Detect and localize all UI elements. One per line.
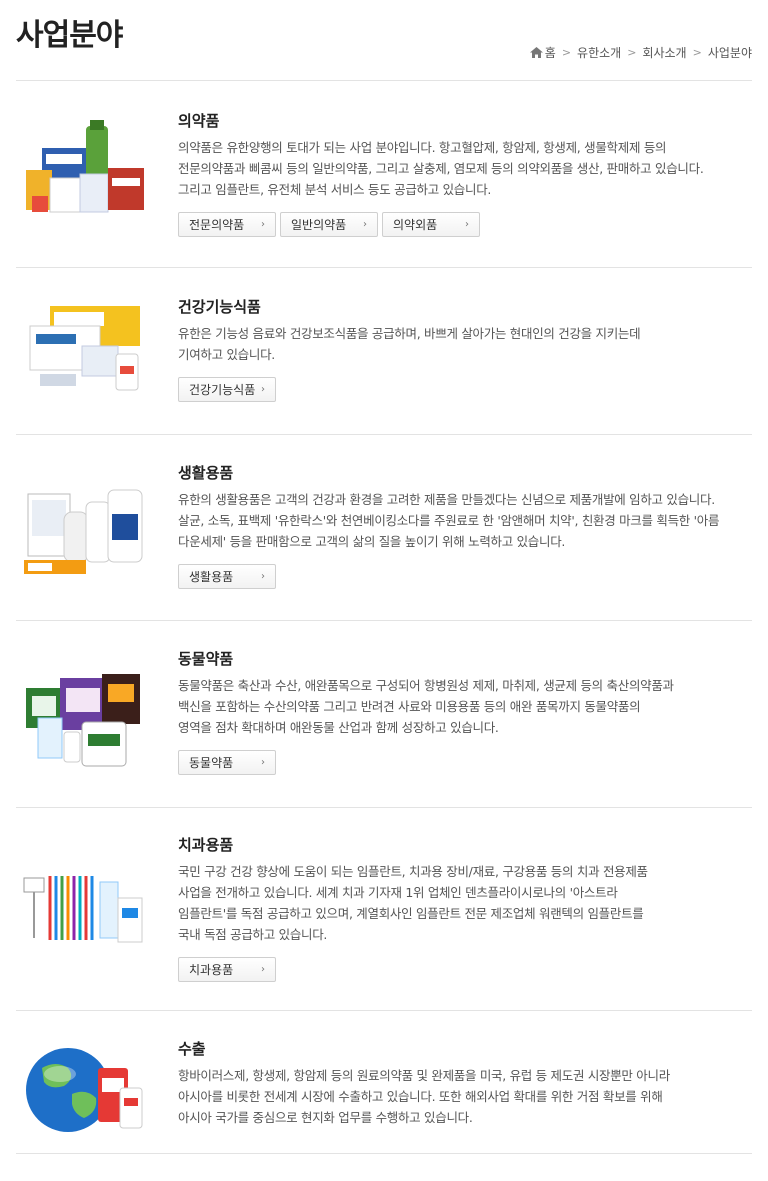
chevron-right-icon: › <box>261 219 265 230</box>
chevron-right-icon: › <box>465 219 469 230</box>
section-description: 항바이러스제, 항생제, 항암제 등의 원료의약품 및 완제품을 미국, 유럽 … <box>178 1068 670 1125</box>
section-title: 생활용품 <box>178 464 234 482</box>
section-title: 수출 <box>178 1040 206 1058</box>
section-description: 유한은 기능성 음료와 건강보조식품을 공급하며, 바쁘게 살아가는 현대인의 … <box>178 326 641 362</box>
section-health-functional-food: 건강기능식품 유한은 기능성 음료와 건강보조식품을 공급하며, 바쁘게 살아가… <box>16 296 752 435</box>
section-title: 치과용품 <box>178 836 234 854</box>
export-globe-image <box>26 1048 143 1132</box>
breadcrumb-current: 사업분야 <box>707 46 752 60</box>
chevron-right-icon: > <box>692 46 702 59</box>
divider <box>16 80 752 81</box>
section-animal-medicine: 동물약품 동물약품은 축산과 수산, 애완품목으로 구성되어 항병원성 제제, … <box>16 648 752 808</box>
animal-medicine-button[interactable]: 동물약품 › <box>178 750 276 775</box>
otc-drugs-button[interactable]: 일반의약품 › <box>280 212 378 237</box>
home-icon[interactable] <box>529 47 543 58</box>
chevron-right-icon: › <box>261 384 265 395</box>
prescription-drugs-button[interactable]: 전문의약품 › <box>178 212 276 237</box>
section-pharmaceuticals: 의약품 의약품은 유한양행의 토대가 되는 사업 분야입니다. 항고혈압제, 항… <box>16 110 752 268</box>
chevron-right-icon: › <box>363 219 367 230</box>
section-household-goods: 생활용품 유한의 생활용품은 고객의 건강과 환경을 고려한 제품을 만들겠다는… <box>16 462 752 621</box>
section-description: 국민 구강 건강 향상에 도움이 되는 임플란트, 치과용 장비/재료, 구강용… <box>178 864 648 942</box>
chevron-right-icon: › <box>261 571 265 582</box>
breadcrumb-home[interactable]: 홈 <box>545 44 556 61</box>
section-description: 의약품은 유한양행의 토대가 되는 사업 분야입니다. 항고혈압제, 항암제, … <box>178 140 704 197</box>
section-description: 유한의 생활용품은 고객의 건강과 환경을 고려한 제품을 만들겠다는 신념으로… <box>178 492 720 549</box>
page-title: 사업분야 <box>16 18 123 53</box>
breadcrumb-company[interactable]: 회사소개 <box>642 44 686 61</box>
chevron-right-icon: > <box>561 46 572 59</box>
animal-medicine-products-image <box>26 674 140 767</box>
chevron-right-icon: > <box>627 46 637 59</box>
section-dental-products: 치과용품 국민 구강 건강 향상에 도움이 되는 임플란트, 치과용 장비/재료… <box>16 834 752 1011</box>
pharmaceutical-products-image <box>26 120 144 213</box>
breadcrumb-about-yuhan[interactable]: 유한소개 <box>577 44 621 61</box>
dental-products-image <box>23 876 143 943</box>
breadcrumb: 홈 > 유한소개 > 회사소개 > 사업분야 <box>529 44 752 61</box>
health-food-button[interactable]: 건강기능식품 › <box>178 377 276 402</box>
section-title: 의약품 <box>178 112 220 130</box>
health-food-products-image <box>29 306 140 391</box>
section-title: 건강기능식품 <box>178 298 261 316</box>
chevron-right-icon: › <box>261 964 265 975</box>
dental-products-button[interactable]: 치과용품 › <box>178 957 276 982</box>
section-description: 동물약품은 축산과 수산, 애완품목으로 구성되어 항병원성 제제, 마취제, … <box>178 678 674 735</box>
household-products-image <box>24 489 143 574</box>
quasi-drugs-button[interactable]: 의약외품 › <box>382 212 480 237</box>
section-title: 동물약품 <box>178 650 234 668</box>
chevron-right-icon: › <box>261 757 265 768</box>
household-goods-button[interactable]: 생활용품 › <box>178 564 276 589</box>
section-export: 수출 항바이러스제, 항생제, 항암제 등의 원료의약품 및 완제품을 미국, … <box>16 1038 752 1154</box>
